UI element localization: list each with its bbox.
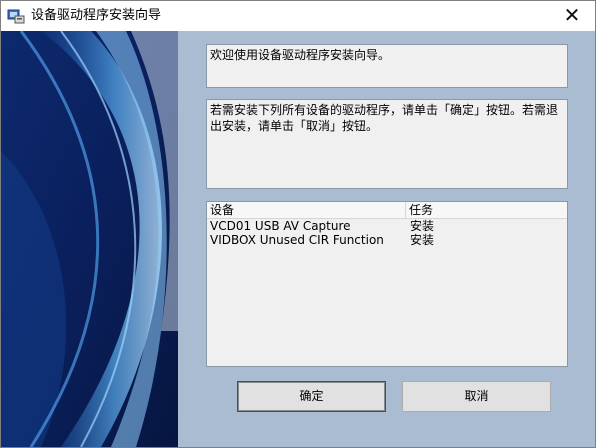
device-task: 安装 [410,233,435,247]
title-bar: 设备驱动程序安装向导 ✕ [1,1,595,31]
instruction-message: 若需安装下列所有设备的驱动程序，请单击「确定」按钮。若需退出安装，请单击「取消」… [206,99,568,189]
wizard-banner-image [1,31,178,447]
device-name: VCD01 USB AV Capture [210,219,351,233]
window-title: 设备驱动程序安装向导 [31,8,162,23]
device-name: VIDBOX Unused CIR Function [210,233,384,247]
installer-window: 设备驱动程序安装向导 ✕ 欢迎使用设备驱动程序安装向导。 若需安装下列所有设备的… [0,0,596,448]
welcome-message: 欢迎使用设备驱动程序安装向导。 [206,44,568,88]
cancel-button[interactable]: 取消 [402,381,551,412]
close-button[interactable]: ✕ [549,1,595,31]
instruction-text: 若需安装下列所有设备的驱动程序，请单击「确定」按钮。若需退出安装，请单击「取消」… [210,103,559,133]
ok-button[interactable]: 确定 [237,381,386,412]
device-list-header: 设备 任务 [207,202,567,219]
device-list[interactable]: 设备 任务 VCD01 USB AV Capture 安装 VIDBOX Unu… [206,201,568,367]
device-list-rows: VCD01 USB AV Capture 安装 VIDBOX Unused CI… [207,219,567,247]
installer-icon [7,7,25,25]
column-header-task[interactable]: 任务 [406,202,567,218]
device-task: 安装 [410,219,435,233]
close-icon: ✕ [563,3,581,27]
table-row[interactable]: VIDBOX Unused CIR Function 安装 [207,233,567,247]
table-row[interactable]: VCD01 USB AV Capture 安装 [207,219,567,233]
column-header-device[interactable]: 设备 [207,202,406,218]
welcome-text: 欢迎使用设备驱动程序安装向导。 [210,48,391,62]
